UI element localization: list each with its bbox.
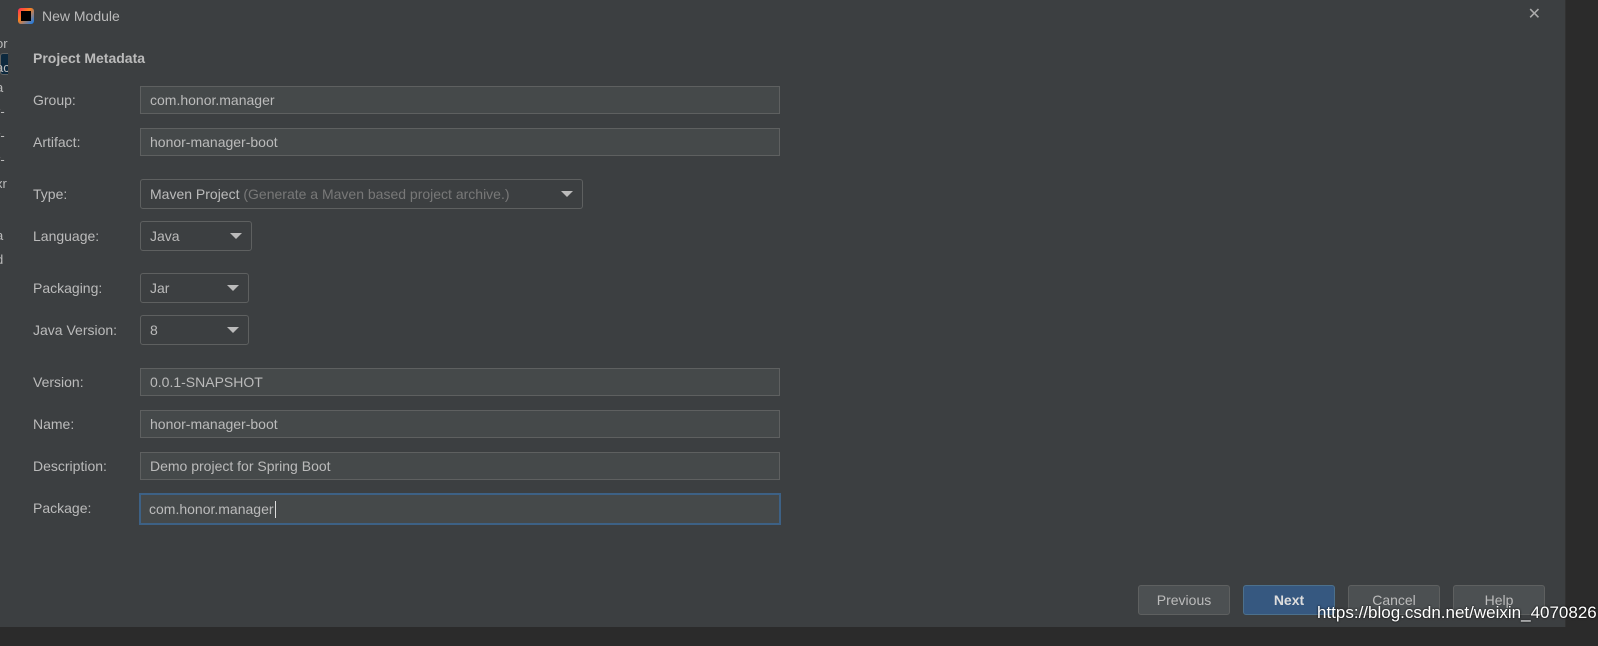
java-version-value: 8 bbox=[150, 322, 158, 338]
language-value: Java bbox=[150, 228, 180, 244]
background-fragment: r- bbox=[0, 152, 5, 167]
intellij-logo-icon bbox=[18, 8, 34, 24]
background-fragment: xr bbox=[0, 176, 7, 191]
background-fragment: or bbox=[0, 36, 8, 51]
artifact-label: Artifact: bbox=[33, 134, 81, 150]
type-label: Type: bbox=[33, 186, 68, 202]
background-fragment: r- bbox=[0, 104, 5, 119]
packaging-row: Packaging: bbox=[33, 272, 132, 304]
watermark: https://blog.csdn.net/weixin_40708261 bbox=[1317, 603, 1598, 622]
version-input[interactable]: 0.0.1-SNAPSHOT bbox=[140, 368, 780, 396]
artifact-input[interactable]: honor-manager-boot bbox=[140, 128, 780, 156]
java-version-label: Java Version: bbox=[33, 322, 118, 338]
type-dropdown[interactable]: Maven Project (Generate a Maven based pr… bbox=[140, 179, 583, 209]
background-ide-strip: or ac a r- r- r- xr l a d bbox=[0, 0, 8, 646]
close-icon[interactable]: ✕ bbox=[1528, 4, 1541, 24]
type-hint: (Generate a Maven based project archive.… bbox=[243, 186, 510, 202]
name-label: Name: bbox=[33, 416, 75, 432]
package-row: Package: bbox=[33, 492, 132, 524]
packaging-label: Packaging: bbox=[33, 280, 103, 296]
background-fragment: a bbox=[0, 228, 3, 243]
version-row: Version: bbox=[33, 366, 132, 398]
background-fragment: d bbox=[0, 252, 3, 267]
background-fragment: ac bbox=[0, 60, 8, 75]
language-label: Language: bbox=[33, 228, 100, 244]
version-label: Version: bbox=[33, 374, 84, 390]
type-row: Type: bbox=[33, 178, 132, 210]
chevron-down-icon bbox=[227, 327, 239, 333]
text-caret bbox=[274, 500, 276, 518]
background-fragment: r- bbox=[0, 128, 5, 143]
type-value: Maven Project bbox=[150, 186, 240, 202]
group-input[interactable]: com.honor.manager bbox=[140, 86, 780, 114]
name-row: Name: bbox=[33, 408, 132, 440]
language-row: Language: bbox=[33, 220, 132, 252]
package-input[interactable]: com.honor.manager bbox=[139, 493, 781, 525]
dialog-title-bar: New Module bbox=[18, 6, 120, 26]
package-label: Package: bbox=[33, 500, 92, 516]
artifact-row: Artifact: bbox=[33, 126, 132, 158]
description-label: Description: bbox=[33, 458, 107, 474]
package-value: com.honor.manager bbox=[149, 501, 274, 517]
name-input[interactable]: honor-manager-boot bbox=[140, 410, 780, 438]
chevron-down-icon bbox=[230, 233, 242, 239]
group-row: Group: bbox=[33, 84, 132, 116]
java-version-row: Java Version: bbox=[33, 314, 132, 346]
group-label: Group: bbox=[33, 92, 76, 108]
description-input[interactable]: Demo project for Spring Boot bbox=[140, 452, 780, 480]
chevron-down-icon bbox=[561, 191, 573, 197]
previous-button[interactable]: Previous bbox=[1138, 585, 1230, 615]
background-fragment: a bbox=[0, 80, 3, 95]
java-version-dropdown[interactable]: 8 bbox=[140, 315, 249, 345]
ide-status-area bbox=[0, 627, 1598, 646]
language-dropdown[interactable]: Java bbox=[140, 221, 252, 251]
chevron-down-icon bbox=[227, 285, 239, 291]
packaging-dropdown[interactable]: Jar bbox=[140, 273, 249, 303]
packaging-value: Jar bbox=[150, 280, 170, 296]
description-row: Description: bbox=[33, 450, 132, 482]
new-module-dialog: New Module ✕ Project Metadata Group: com… bbox=[8, 0, 1566, 627]
section-title: Project Metadata bbox=[33, 50, 146, 66]
dialog-title: New Module bbox=[42, 8, 120, 24]
